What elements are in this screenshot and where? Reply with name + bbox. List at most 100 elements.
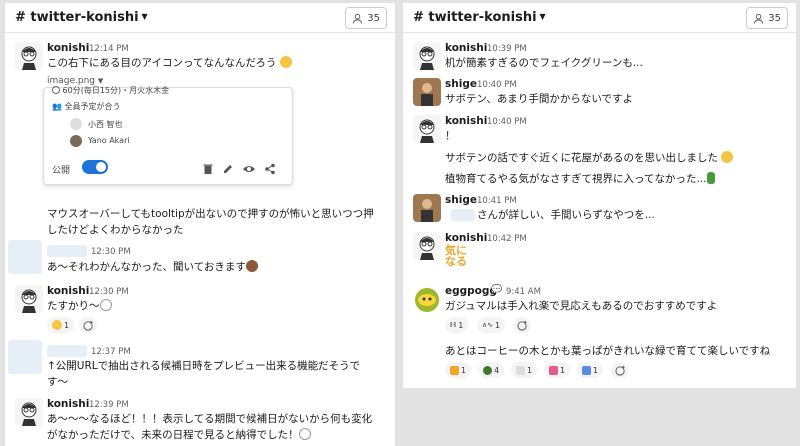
custom-emoji-icon — [450, 365, 459, 375]
avatar-shige[interactable] — [413, 78, 441, 106]
channel-header: # twitter-konishi ▼ 35 — [5, 3, 395, 33]
trash-icon[interactable] — [202, 163, 214, 175]
share-icon[interactable] — [264, 163, 276, 175]
message-text: ↑公開URLで抽出される候補日時をプレビュー出来る機能だそうで — [47, 360, 361, 372]
smile-icon — [52, 320, 62, 330]
person-icon — [353, 13, 363, 24]
message-text: あ〜〜〜なるほど！！！表示してる期間で候補日がないから何も変化 — [47, 413, 373, 425]
chevron-down-icon: ▼ — [539, 12, 546, 21]
custom-emoji-icon: ℍ — [450, 321, 457, 329]
message-text: さんが詳しい、手間いらずなやつを... — [477, 209, 655, 221]
right-channel-panel: # twitter-konishi ▼ 35 konishi 10:39 PM 机… — [403, 3, 796, 388]
reaction-button[interactable]: 1 — [511, 362, 538, 378]
message-text: がなかっただけで、未来の日程で見ると納得でした！ — [47, 427, 311, 443]
message-timestamp[interactable]: 10:39 PM — [487, 44, 527, 54]
message-timestamp[interactable]: 12:14 PM — [89, 44, 129, 54]
message-text: す〜 — [47, 376, 68, 388]
author-redacted[interactable] — [47, 345, 87, 357]
eye-icon[interactable] — [242, 163, 256, 175]
reaction-button[interactable]: 1 — [544, 362, 571, 378]
message-author[interactable]: shige — [445, 78, 477, 90]
eye-emoji-icon — [245, 260, 258, 272]
message-text: この右下にある目のアイコンってなんなんだろう — [47, 55, 292, 71]
avatar-shige[interactable] — [413, 194, 441, 222]
avatar-eggpogg[interactable] — [413, 286, 441, 314]
image-preview-card[interactable]: 60分(毎日15分)・月火水木金 👥 全員予定が合う 小西 智也 Yano Ak… — [43, 85, 293, 185]
message-text: たすかり〜 — [47, 298, 112, 314]
clock-icon — [52, 86, 60, 94]
add-reaction-button[interactable] — [513, 317, 531, 333]
channel-header: # twitter-konishi ▼ 35 — [403, 3, 796, 33]
avatar-konishi[interactable] — [413, 115, 441, 143]
card-attendance: 👥 全員予定が合う — [52, 102, 121, 111]
add-emoji-icon — [516, 320, 527, 331]
add-emoji-icon — [82, 320, 93, 331]
message-author[interactable]: shige — [445, 194, 477, 206]
avatar-konishi[interactable] — [15, 398, 43, 426]
avatar-redacted[interactable] — [8, 240, 42, 274]
reaction-button[interactable]: 1 — [577, 362, 604, 378]
public-toggle[interactable] — [82, 160, 108, 174]
message-author[interactable]: konishi — [445, 42, 487, 54]
mention-redacted[interactable] — [451, 209, 475, 221]
angel-face-icon — [721, 151, 734, 163]
message-text: ！ — [445, 130, 456, 142]
plant-icon — [483, 365, 492, 375]
kininaru-stamp: 気に なる — [445, 244, 467, 268]
avatar-redacted[interactable] — [8, 340, 42, 374]
avatar-konishi[interactable] — [15, 285, 43, 313]
member-count-button[interactable]: 35 — [746, 7, 788, 29]
message-text: ガジュマルは手入れ楽で見応えもあるのでおすすめですよ — [445, 300, 718, 312]
message-timestamp[interactable]: 12:39 PM — [89, 400, 129, 410]
chevron-down-icon: ▼ — [97, 77, 104, 85]
message-text: あ〜それわかんなかった、聞いておきます — [47, 259, 258, 275]
message-author[interactable]: konishi — [47, 398, 89, 410]
avatar-konishi[interactable] — [15, 42, 43, 70]
message-text: あとはコーヒーの木とかも葉っぱがきれいな緑で育てて楽しいですね — [445, 345, 771, 357]
speech-bubble-icon: 💬 — [491, 285, 503, 295]
channel-title[interactable]: # twitter-konishi ▼ — [15, 10, 148, 25]
message-text: サボテンの話ですぐ近くに花屋があるのを思い出しました — [445, 150, 734, 166]
message-author[interactable]: konishi — [445, 232, 487, 244]
bow-icon — [298, 428, 311, 440]
message-timestamp[interactable]: 10:40 PM — [487, 117, 527, 127]
message-timestamp[interactable]: 10:41 PM — [477, 196, 517, 206]
message-timestamp[interactable]: 12:37 PM — [91, 347, 131, 357]
reaction-button[interactable]: 1 — [47, 317, 75, 333]
author-redacted[interactable] — [47, 245, 87, 257]
custom-emoji-icon: ∧∿ — [482, 321, 493, 329]
add-reaction-button[interactable] — [79, 317, 97, 333]
reaction-button[interactable]: 1 — [445, 362, 472, 378]
message-timestamp[interactable]: 10:42 PM — [487, 234, 527, 244]
custom-emoji-icon — [582, 365, 591, 375]
thinking-face-icon — [279, 56, 292, 68]
pencil-icon[interactable] — [222, 163, 234, 175]
message-text: マウスオーバーしてもtooltipが出ないので押すのが怖いと思いつつ押 — [47, 208, 374, 220]
message-author[interactable]: konishi — [47, 42, 89, 54]
message-timestamp[interactable]: 10:40 PM — [477, 80, 517, 90]
card-duration: 60分(毎日15分)・月火水木金 — [52, 85, 169, 96]
message-author[interactable]: eggpogg — [445, 285, 497, 297]
add-reaction-button[interactable] — [611, 362, 629, 378]
reaction-button[interactable]: 4 — [478, 362, 505, 378]
message-author[interactable]: konishi — [445, 115, 487, 127]
reaction-button[interactable]: ℍ1 — [445, 317, 469, 333]
message-text: 机が簡素すぎるのでフェイクグリーンも... — [445, 57, 643, 69]
people-icon: 👥 — [52, 102, 62, 111]
message-timestamp[interactable]: 9:41 AM — [506, 287, 541, 297]
member-count-button[interactable]: 35 — [345, 7, 387, 29]
attendee-name: Yano Akari — [88, 136, 130, 145]
reaction-button[interactable]: ∧∿ 1 — [477, 317, 506, 333]
avatar-konishi[interactable] — [413, 42, 441, 70]
message-author[interactable]: konishi — [47, 285, 89, 297]
channel-title[interactable]: # twitter-konishi ▼ — [413, 10, 546, 25]
avatar-small — [70, 118, 82, 130]
avatar-konishi[interactable] — [413, 232, 441, 260]
message-text: サボテン、あまり手間かからないですよ — [445, 93, 634, 105]
message-text: したけどよくわからなかった — [47, 224, 184, 236]
message-timestamp[interactable]: 12:30 PM — [91, 247, 131, 257]
message-timestamp[interactable]: 12:30 PM — [89, 287, 129, 297]
avatar-small — [70, 135, 82, 147]
add-emoji-icon — [614, 365, 625, 376]
person-icon — [754, 13, 764, 24]
